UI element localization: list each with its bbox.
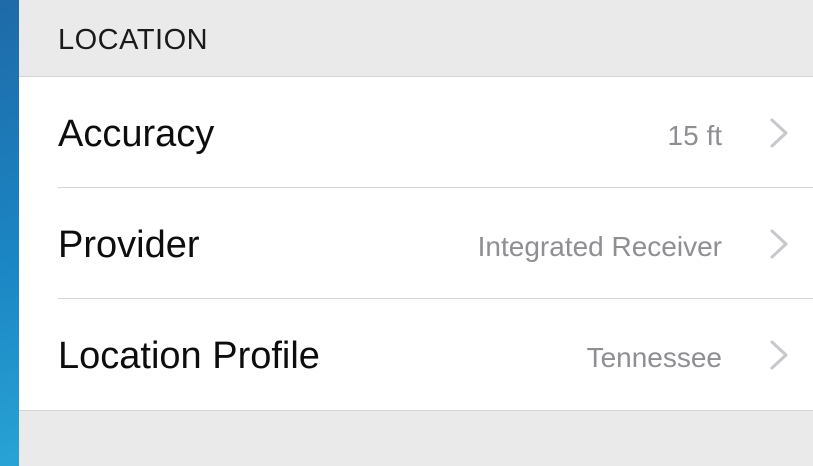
chevron-right-icon [770, 340, 788, 370]
provider-value: Integrated Receiver [477, 231, 722, 262]
accuracy-label: Accuracy [58, 113, 215, 155]
location-profile-value: Tennessee [586, 342, 722, 373]
accuracy-row[interactable]: Accuracy 15 ft [19, 77, 813, 188]
empty-footer-area [19, 411, 813, 466]
chevron-right-icon [770, 118, 788, 148]
chevron-right-icon [770, 229, 788, 259]
section-title: LOCATION [58, 24, 209, 56]
provider-row[interactable]: Provider Integrated Receiver [19, 188, 813, 299]
location-profile-row[interactable]: Location Profile Tennessee [19, 299, 813, 410]
settings-panel: LOCATION Accuracy 15 ft Provider Integra… [19, 0, 813, 466]
accuracy-value: 15 ft [667, 120, 722, 151]
section-header: LOCATION [19, 0, 813, 77]
location-profile-label: Location Profile [58, 335, 320, 377]
settings-group: Accuracy 15 ft Provider Integrated Recei… [19, 77, 813, 411]
provider-label: Provider [58, 224, 200, 266]
